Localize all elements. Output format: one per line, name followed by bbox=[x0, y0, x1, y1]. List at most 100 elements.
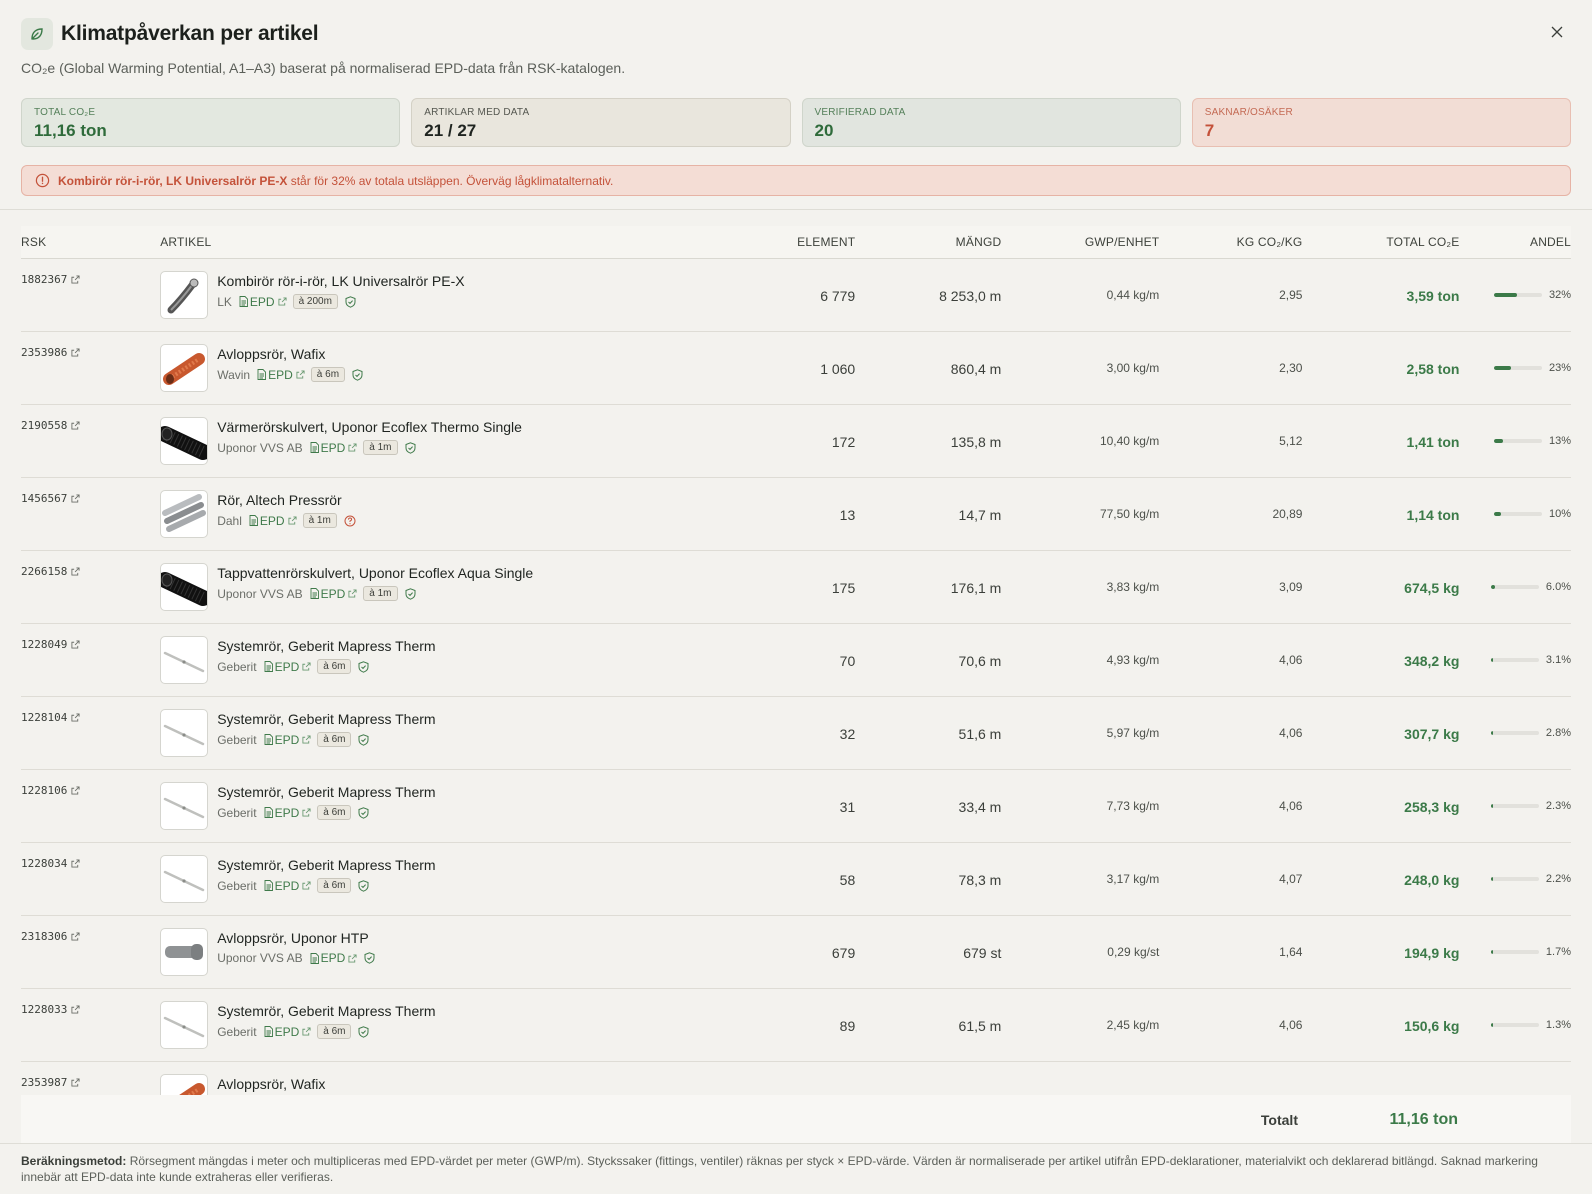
external-link-icon[interactable] bbox=[71, 932, 80, 941]
article-meta: Geberit EPD à 6m bbox=[217, 878, 435, 893]
share-bar-fill bbox=[1490, 950, 1493, 954]
epd-link[interactable]: EPD bbox=[264, 660, 312, 674]
brand-name: Geberit bbox=[217, 732, 257, 747]
table-row[interactable]: 1228106 Systemrör, Geberit Mapress Therm… bbox=[21, 770, 1571, 843]
external-link-icon[interactable] bbox=[71, 275, 80, 284]
table-row[interactable]: 1228034 Systemrör, Geberit Mapress Therm… bbox=[21, 843, 1571, 916]
epd-link[interactable]: EPD bbox=[310, 587, 358, 601]
external-link-icon[interactable] bbox=[71, 494, 80, 503]
article-name[interactable]: Systemrör, Geberit Mapress Therm bbox=[217, 711, 435, 727]
document-icon bbox=[264, 734, 273, 745]
article-name[interactable]: Tappvattenrörskulvert, Uponor Ecoflex Aq… bbox=[217, 565, 533, 581]
header-divider bbox=[0, 209, 1592, 210]
article-name[interactable]: Systemrör, Geberit Mapress Therm bbox=[217, 638, 435, 654]
rsk-cell: 1456567 bbox=[21, 478, 160, 505]
external-link-icon[interactable] bbox=[71, 567, 80, 576]
article-name[interactable]: Systemrör, Geberit Mapress Therm bbox=[217, 784, 435, 800]
brand-name: Geberit bbox=[217, 659, 257, 674]
rsk-cell: 2353986 bbox=[21, 332, 160, 359]
epd-link[interactable]: EPD bbox=[264, 733, 312, 747]
rsk-cell: 2353987 bbox=[21, 1062, 160, 1089]
article-name[interactable]: Kombirör rör-i-rör, LK Universalrör PE-X bbox=[217, 273, 464, 289]
close-button[interactable] bbox=[1543, 18, 1571, 46]
epd-link[interactable]: EPD bbox=[310, 441, 358, 455]
rsk-number: 2353987 bbox=[21, 1076, 68, 1089]
stat-total-co2: TOTAL CO₂E 11,16 ton bbox=[21, 98, 401, 147]
mangd-cell: 860,4 m bbox=[950, 361, 1002, 377]
table-row[interactable]: 1228049 Systemrör, Geberit Mapress Therm… bbox=[21, 624, 1571, 697]
external-link-icon[interactable] bbox=[71, 1078, 80, 1087]
external-link-icon[interactable] bbox=[71, 859, 80, 868]
brand-name: Geberit bbox=[217, 878, 257, 893]
header-gwp[interactable]: GWP/ENHET bbox=[1001, 235, 1159, 249]
brand-name: Uponor VVS AB bbox=[217, 586, 303, 601]
article-name[interactable]: Avloppsrör, Wafix bbox=[217, 346, 363, 362]
article-cell: Systemrör, Geberit Mapress Therm Geberit… bbox=[160, 989, 624, 1049]
gwp-cell: 3,00 kg/m bbox=[1106, 361, 1160, 375]
rsk-cell: 2266158 bbox=[21, 551, 160, 578]
epd-link[interactable]: EPD bbox=[264, 1025, 312, 1039]
header-element[interactable]: ELEMENT bbox=[624, 235, 855, 249]
article-name[interactable]: Systemrör, Geberit Mapress Therm bbox=[217, 1003, 435, 1019]
mangd-cell: 135,8 m bbox=[950, 434, 1002, 450]
article-name[interactable]: Systemrör, Geberit Mapress Therm bbox=[217, 857, 435, 873]
header-mangd[interactable]: MÄNGD bbox=[855, 235, 1001, 249]
climate-table[interactable]: RSK ARTIKEL ELEMENT MÄNGD GWP/ENHET KG C… bbox=[21, 226, 1571, 1095]
total-cell: 307,7 kg bbox=[1404, 726, 1460, 742]
article-meta: Geberit EPD à 6m bbox=[217, 1024, 435, 1039]
table-row[interactable]: 2353986 Avloppsrör, Wafix Wavin EPD à 6m bbox=[21, 332, 1571, 405]
header-total[interactable]: TOTAL CO₂E bbox=[1302, 235, 1459, 249]
total-cell: 248,0 kg bbox=[1404, 872, 1460, 888]
document-icon bbox=[310, 588, 319, 599]
header-artikel[interactable]: ARTIKEL bbox=[160, 235, 624, 249]
epd-link[interactable]: EPD bbox=[264, 879, 312, 893]
header-andel[interactable]: ANDEL bbox=[1459, 235, 1571, 249]
table-row[interactable]: 1228104 Systemrör, Geberit Mapress Therm… bbox=[21, 697, 1571, 770]
gwp-cell: 77,50 kg/m bbox=[1099, 507, 1160, 521]
header-kg[interactable]: KG CO₂/KG bbox=[1159, 235, 1303, 249]
andel-cell: 2.3% bbox=[1459, 770, 1571, 812]
length-badge: à 1m bbox=[363, 586, 398, 601]
article-name[interactable]: Värmerörskulvert, Uponor Ecoflex Thermo … bbox=[217, 419, 522, 435]
epd-label: EPD bbox=[259, 513, 285, 528]
table-row[interactable]: 1882367 Kombirör rör-i-rör, LK Universal… bbox=[21, 259, 1571, 332]
external-link-icon[interactable] bbox=[71, 786, 80, 795]
header-rsk[interactable]: RSK bbox=[21, 235, 160, 249]
epd-link[interactable]: EPD bbox=[249, 514, 297, 528]
external-link-icon[interactable] bbox=[71, 348, 80, 357]
table-row[interactable]: 2190558 Värmerörskulvert, Uponor Ecoflex… bbox=[21, 405, 1571, 478]
status-icon bbox=[358, 879, 369, 892]
article-name[interactable]: Avloppsrör, Wafix bbox=[217, 1076, 325, 1092]
share-bar-fill bbox=[1490, 804, 1493, 808]
article-name[interactable]: Rör, Altech Pressrör bbox=[217, 492, 356, 508]
element-cell: 31 bbox=[839, 799, 856, 815]
external-link-icon[interactable] bbox=[71, 1005, 80, 1014]
rsk-number: 2266158 bbox=[21, 565, 68, 578]
mangd-cell: 70,6 m bbox=[958, 653, 1002, 669]
element-cell: 172 bbox=[831, 434, 856, 450]
share-percent: 3.1% bbox=[1545, 654, 1571, 666]
table-row[interactable]: 2266158 Tappvattenrörskulvert, Uponor Ec… bbox=[21, 551, 1571, 624]
table-row[interactable]: 1456567 Rör, Altech Pressrör Dahl EPD à … bbox=[21, 478, 1571, 551]
share-bar-fill bbox=[1493, 512, 1502, 516]
kg-cell: 4,06 bbox=[1279, 726, 1303, 740]
external-link-icon[interactable] bbox=[71, 713, 80, 722]
table-row[interactable]: 1228033 Systemrör, Geberit Mapress Therm… bbox=[21, 989, 1571, 1062]
epd-link[interactable]: EPD bbox=[264, 806, 312, 820]
external-link-icon bbox=[302, 881, 311, 890]
table-row[interactable]: 2318306 Avloppsrör, Uponor HTP Uponor VV… bbox=[21, 916, 1571, 989]
length-badge: à 6m bbox=[317, 878, 352, 893]
mangd-cell: 679 st bbox=[963, 945, 1002, 961]
epd-link[interactable]: EPD bbox=[310, 951, 358, 965]
epd-link[interactable]: EPD bbox=[239, 295, 287, 309]
external-link-icon bbox=[348, 443, 357, 452]
epd-link[interactable]: EPD bbox=[257, 368, 305, 382]
article-name[interactable]: Avloppsrör, Uponor HTP bbox=[217, 930, 375, 946]
external-link-icon[interactable] bbox=[71, 640, 80, 649]
external-link-icon bbox=[278, 297, 287, 306]
external-link-icon[interactable] bbox=[71, 421, 80, 430]
dialog-header: Klimatpåverkan per artikel CO₂e (Global … bbox=[21, 18, 1571, 208]
share-bar bbox=[1493, 366, 1542, 370]
external-link-icon bbox=[302, 808, 311, 817]
table-row[interactable]: 2353987 Avloppsrör, Wafix EPD bbox=[21, 1062, 1571, 1095]
